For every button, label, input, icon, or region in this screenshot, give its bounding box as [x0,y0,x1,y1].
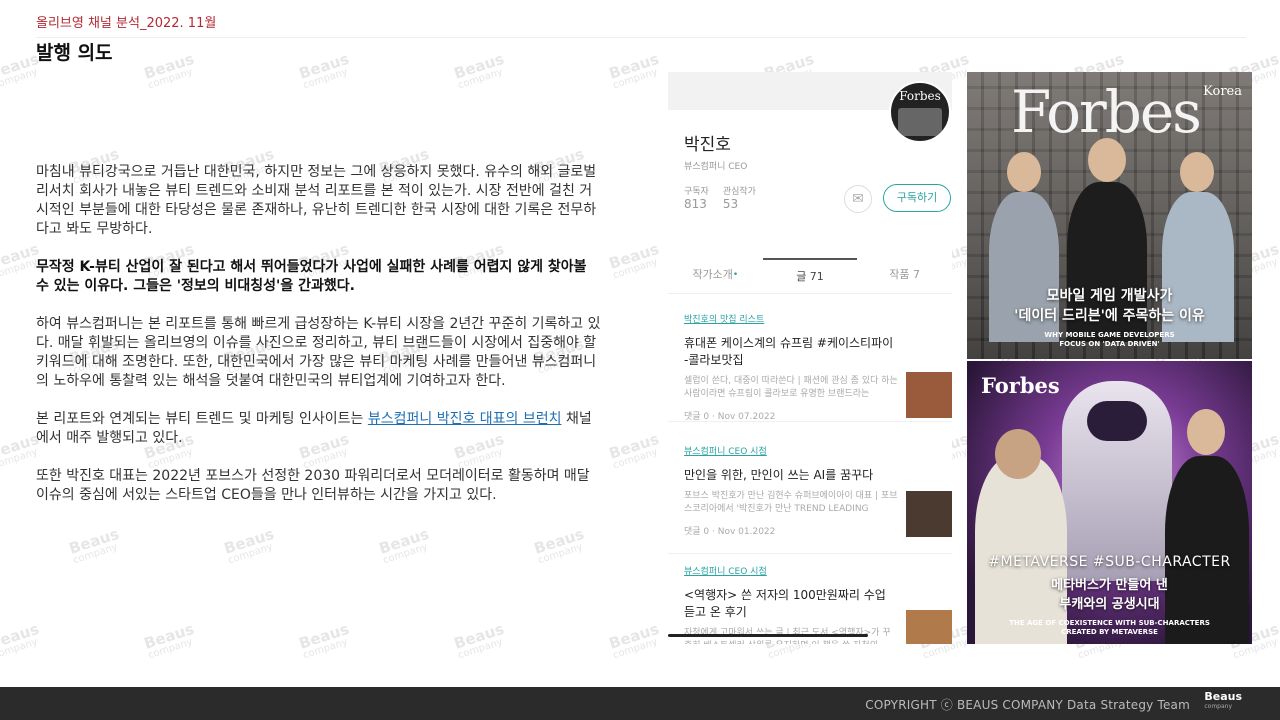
header-divider [36,37,1246,38]
stat-value: 813 [684,197,707,211]
cover-headline: 모바일 게임 개발사가 '데이터 드리븐'에 주목하는 이유 [967,286,1252,326]
cover-person-head [1007,152,1041,192]
cover-person-head [1180,152,1214,192]
blog-profile-panel: Forbes 박진호 뷰스컴퍼니 CEO 구독자 813 관심작가 53 ✉ 구… [668,72,952,644]
paragraph-4-text: 본 리포트와 연계되는 뷰티 트렌드 및 마케팅 인사이트는 [36,411,368,427]
footer: COPYRIGHT ⓒ BEAUS COMPANY Data Strategy … [0,687,1280,720]
paragraph-5: 또한 박진호 대표는 2022년 포브스가 선정한 2030 파워리더로서 모더… [36,468,590,503]
avatar-photo [898,108,942,136]
post-category[interactable]: 뷰스컴퍼니 CEO 시점 [684,564,936,577]
watermark-logo: Beauscompany [221,524,277,566]
new-dot: • [732,270,739,280]
cover-english-sub: THE AGE OF COEXISTENCE WITH SUB-CHARACTE… [967,619,1252,637]
forbes-cover-1: Forbes Korea 모바일 게임 개발사가 '데이터 드리븐'에 주목하는… [967,72,1252,359]
author-name: 박진호 [684,135,731,155]
post-meta: 댓글 0 · Nov 01.2022 [684,527,776,537]
paragraph-4: 본 리포트와 연계되는 뷰티 트렌드 및 마케팅 인사이트는 뷰스컴퍼니 박진호… [36,410,602,448]
forbes-cover-2: Forbes #METAVERSE #SUB-CHARACTER 메타버스가 만… [967,361,1252,644]
avatar-brand: Forbes [899,89,941,103]
cover-headline-line: '데이터 드리븐'에 주목하는 이유 [1014,308,1205,324]
post-item[interactable]: 뷰스컴퍼니 CEO 시점 만인을 위한, 만인이 쓰는 AI를 꿈꾸다 포브스 … [668,436,952,554]
logo-line-2: company [1204,703,1232,710]
stat-value: 53 [722,197,739,211]
cover-hashtags: #METAVERSE #SUB-CHARACTER [988,554,1231,570]
post-title[interactable]: <역행자> 쓴 저자의 100만원짜리 수업 듣고 온 후기 [684,587,898,621]
watermark-logo: Beauscompany [66,524,122,566]
post-thumbnail[interactable] [906,372,952,418]
stat-subscribers[interactable]: 구독자 813 [684,184,709,211]
watermark-logo: Beauscompany [531,524,587,566]
watermark-logo: Beauscompany [451,49,507,91]
stat-following[interactable]: 관심작가 53 [723,184,756,211]
cover-person-head [1088,138,1126,182]
post-thumbnail[interactable] [906,491,952,537]
cover-sub-line: WHY MOBILE GAME DEVELOPERS [1044,331,1175,339]
cover-headline-line: 부캐와의 공생시대 [1059,597,1160,612]
post-item[interactable]: 뷰스컴퍼니 CEO 시점 <역행자> 쓴 저자의 100만원짜리 수업 듣고 온… [668,556,952,644]
tab-works[interactable]: 작품 7 [857,258,952,293]
cover-headline: 메타버스가 만들어 낸 부캐와의 공생시대 [967,576,1252,614]
cover-sub-line: FOCUS ON 'DATA DRIVEN' [1059,340,1160,348]
post-item[interactable]: 박진호의 맛집 리스트 휴대폰 케이스계의 슈프림 #케이스티파이 -콜라보맛집… [668,304,952,422]
tab-label: 작가소개 [692,268,733,281]
cover-person-head [995,429,1041,479]
astronaut-visor [1087,401,1147,441]
post-title[interactable]: 만인을 위한, 만인이 쓰는 AI를 꿈꾸다 [684,467,898,484]
watermark-logo: Beauscompany [296,619,352,661]
stat-label: 구독자 [684,187,709,197]
brunch-channel-link[interactable]: 뷰스컴퍼니 박진호 대표의 브런치 [368,411,562,427]
cover-headline-line: 메타버스가 만들어 낸 [1051,578,1168,593]
cover-masthead: Forbes [981,373,1060,398]
cover-sub-line: CREATED BY METAVERSE [1061,628,1158,636]
paragraph-3: 하여 뷰스컴퍼니는 본 리포트를 통해 빠르게 급성장하는 K-뷰티 시장을 2… [36,316,601,389]
post-thumbnail[interactable] [906,610,952,644]
watermark-logo: Beauscompany [606,49,662,91]
watermark-logo: Beauscompany [606,239,662,281]
company-logo: Beaus company [1204,691,1242,712]
watermark-logo: Beauscompany [0,619,42,661]
post-category[interactable]: 뷰스컴퍼니 CEO 시점 [684,444,936,457]
cover-person [1165,456,1249,644]
watermark-logo: Beauscompany [141,619,197,661]
cover-english-sub: WHY MOBILE GAME DEVELOPERS FOCUS ON 'DAT… [967,331,1252,349]
cover-person-head [1187,409,1225,455]
watermark-logo: Beauscompany [296,49,352,91]
cover-person [975,456,1067,644]
paragraph-2: 무작정 K-뷰티 산업이 잘 된다고 해서 뛰어들었다가 사업에 실패한 사례를… [36,259,587,294]
post-category[interactable]: 박진호의 맛집 리스트 [684,312,936,325]
post-title[interactable]: 휴대폰 케이스계의 슈프림 #케이스티파이 -콜라보맛집 [684,335,898,369]
tab-posts[interactable]: 글 71 [762,258,858,293]
page-title: 발행 의도 [36,42,113,64]
scroll-indicator[interactable] [668,634,868,637]
author-role: 뷰스컴퍼니 CEO [684,162,748,172]
cover-masthead: Forbes [1011,78,1202,146]
tab-author-intro[interactable]: 작가소개• [668,258,763,293]
watermark-logo: Beauscompany [606,429,662,471]
paragraph-1: 마침내 뷰티강국으로 거듭난 대한민국, 하지만 정보는 그에 상응하지 못했다… [36,164,597,237]
watermark-logo: Beauscompany [606,619,662,661]
report-subtitle: 올리브영 채널 분석_2022. 11월 [36,16,217,31]
blog-tabs: 작가소개• 글 71 작품 7 [668,258,952,294]
doc-header: 올리브영 채널 분석_2022. 11월 [36,12,1246,38]
report-page: Beaus company Beaus company Beaus company Beau… [0,0,1280,720]
body-text: 마침내 뷰티강국으로 거듭난 대한민국, 하지만 정보는 그에 상응하지 못했다… [36,163,602,524]
stat-label: 관심작가 [722,187,756,197]
post-meta: 댓글 0 · Nov 07.2022 [684,412,776,422]
post-excerpt: 셀럽이 쓴다, 대중이 따라쓴다 | 패션에 관심 좀 있다 하는 사람이라면 … [684,376,898,399]
watermark-logo: Beauscompany [451,619,507,661]
mail-icon[interactable]: ✉ [844,185,872,213]
watermark-logo: Beauscompany [376,524,432,566]
subscribe-button[interactable]: 구독하기 [883,184,951,212]
cover-edition: Korea [1203,84,1242,99]
cover-sub-line: THE AGE OF COEXISTENCE WITH SUB-CHARACTE… [1009,619,1210,627]
post-excerpt: 포브스 박진호가 만난 김현수 슈퍼브에이아이 대표 | 포브스코리아에서 '박… [684,491,898,514]
cover-headline-line: 모바일 게임 개발사가 [1046,288,1173,304]
copyright-text: COPYRIGHT ⓒ BEAUS COMPANY Data Strategy … [865,698,1190,712]
avatar[interactable]: Forbes [889,81,951,143]
author-stats: 구독자 813 관심작가 53 [684,184,756,211]
watermark-logo: Beauscompany [141,49,197,91]
